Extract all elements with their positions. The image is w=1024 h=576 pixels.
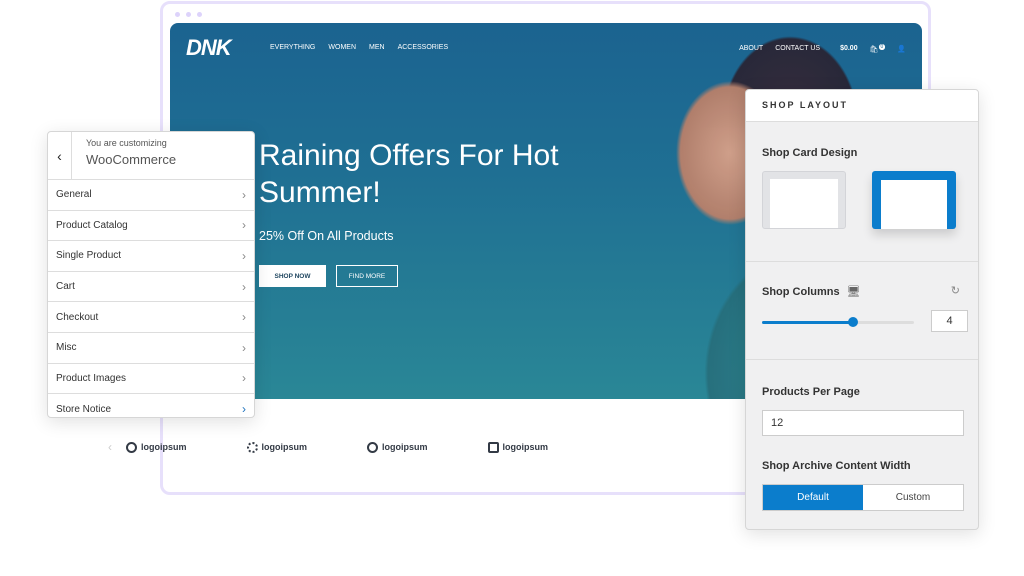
reset-icon[interactable]: ↻ [951, 284, 960, 297]
shop-now-button[interactable]: SHOP NOW [259, 265, 326, 287]
width-custom-button[interactable]: Custom [863, 485, 963, 510]
menu-item-misc[interactable]: Misc › [48, 333, 254, 364]
partner-logo: logoipsum [502, 442, 549, 452]
desktop-icon[interactable]: 🖥 [847, 286, 861, 298]
content-width-label: Shop Archive Content Width [762, 460, 911, 472]
cart-total[interactable]: $0.00 [840, 45, 858, 52]
chevron-right-icon: › [242, 218, 246, 233]
columns-label: Shop Columns 🖥 [762, 262, 962, 298]
shop-layout-panel: SHOP LAYOUT Shop Card Design Shop Column… [745, 89, 979, 530]
chevron-right-icon: › [242, 279, 246, 294]
nav-contact[interactable]: CONTACT US [775, 45, 820, 52]
site-logo[interactable]: DNK [186, 35, 232, 61]
nav-everything[interactable]: EVERYTHING [270, 44, 315, 51]
menu-item-product-images[interactable]: Product Images › [48, 364, 254, 395]
customizer-title: WooCommerce [86, 152, 177, 167]
menu-item-single-product[interactable]: Single Product › [48, 241, 254, 272]
panel-title: SHOP LAYOUT [746, 90, 978, 122]
cart-icon[interactable]: 🛍 0 [870, 44, 886, 53]
user-icon[interactable]: 👤 [897, 45, 906, 53]
hero-subtitle: 25% Off On All Products [259, 229, 394, 243]
customizer-panel: ‹ You are customizing WooCommerce Genera… [47, 131, 255, 418]
menu-item-store-notice[interactable]: Store Notice › [48, 394, 254, 417]
chevron-right-icon: › [242, 187, 246, 202]
card-design-wide-option[interactable] [872, 171, 956, 229]
chevron-right-icon: › [242, 248, 246, 263]
item-label: Product Images [56, 372, 127, 384]
back-button[interactable]: ‹ [48, 132, 72, 179]
partner-logo: logoipsum [382, 442, 428, 452]
chevron-right-icon: › [242, 340, 246, 355]
window-dots [175, 12, 202, 17]
customizing-caption: You are customizing [86, 138, 167, 148]
nav-women[interactable]: WOMEN [328, 44, 356, 51]
chevron-right-icon: › [242, 402, 246, 417]
nav-about[interactable]: ABOUT [739, 45, 763, 52]
item-label: Cart [56, 281, 75, 293]
item-label: Store Notice [56, 403, 112, 415]
menu-item-product-catalog[interactable]: Product Catalog › [48, 211, 254, 242]
menu-item-cart[interactable]: Cart › [48, 272, 254, 303]
item-label: Checkout [56, 311, 99, 323]
hero-title: Raining Offers For Hot Summer! [259, 139, 559, 209]
card-design-label: Shop Card Design [762, 147, 858, 159]
chevron-right-icon: › [242, 371, 246, 386]
card-design-grid-option[interactable] [762, 171, 846, 229]
partner-logo: logoipsum [141, 442, 187, 452]
per-page-label: Products Per Page [762, 386, 860, 398]
item-label: Misc [56, 342, 77, 354]
columns-label-text: Shop Columns [762, 286, 840, 298]
chevron-right-icon: › [242, 310, 246, 325]
width-default-button[interactable]: Default [763, 485, 863, 510]
columns-input[interactable]: 4 [931, 310, 968, 332]
item-label: Product Catalog [56, 219, 128, 231]
nav-men[interactable]: MEN [369, 44, 385, 51]
content-width-toggle: Default Custom [762, 484, 964, 511]
menu-item-checkout[interactable]: Checkout › [48, 302, 254, 333]
columns-slider[interactable] [762, 317, 914, 327]
nav-accessories[interactable]: ACCESSORIES [398, 44, 449, 51]
partner-logo: logoipsum [261, 442, 308, 452]
logo-icon [367, 441, 378, 453]
find-more-button[interactable]: FIND MORE [336, 265, 398, 287]
item-label: Single Product [56, 250, 122, 262]
logo-icon [126, 441, 137, 453]
logo-icon [246, 441, 258, 453]
per-page-input[interactable]: 12 [762, 410, 964, 436]
chevron-left-icon[interactable]: ‹ [108, 440, 112, 454]
menu-item-general[interactable]: General › [48, 180, 254, 211]
logo-icon [487, 441, 499, 453]
site-nav: DNK EVERYTHING WOMEN MEN ACCESSORIES ABO… [170, 23, 922, 73]
item-label: General [56, 189, 92, 201]
cart-count: 0 [878, 44, 886, 50]
logo-strip: ‹ logoipsum logoipsum logoipsum logoipsu… [108, 440, 608, 454]
